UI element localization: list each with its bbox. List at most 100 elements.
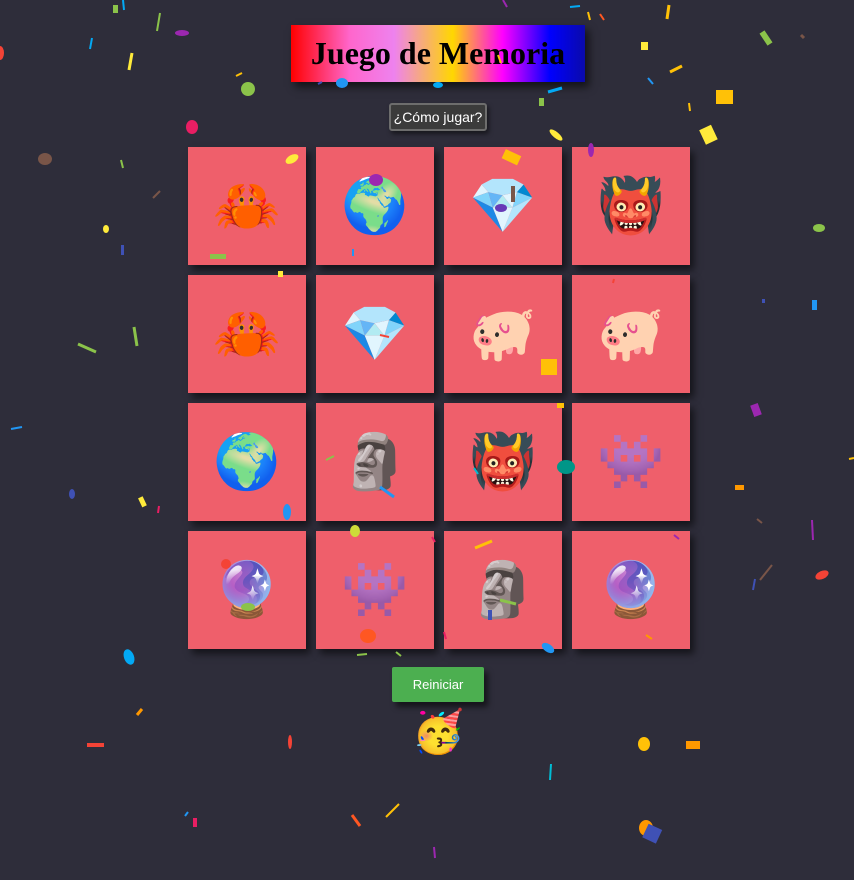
confetti-piece bbox=[669, 64, 683, 74]
confetti-piece bbox=[638, 737, 650, 751]
confetti-piece bbox=[699, 124, 718, 145]
confetti-piece bbox=[0, 46, 4, 60]
confetti-piece bbox=[502, 0, 508, 8]
confetti-piece bbox=[38, 153, 52, 165]
confetti-piece bbox=[762, 299, 765, 303]
confetti-piece bbox=[759, 564, 773, 581]
confetti-piece bbox=[69, 489, 75, 499]
title-banner: Juego de Memoria bbox=[291, 25, 585, 82]
confetti-piece bbox=[665, 4, 671, 20]
memory-card[interactable]: 🐖 bbox=[572, 275, 690, 393]
confetti-piece bbox=[132, 326, 139, 347]
pig-icon: 🐖 bbox=[469, 304, 537, 364]
alien-monster-icon: 👾 bbox=[597, 432, 665, 492]
confetti-piece bbox=[241, 82, 255, 96]
memory-card[interactable]: 🔮 bbox=[572, 531, 690, 649]
confetti-piece bbox=[186, 120, 198, 134]
ogre-icon: 👹 bbox=[597, 176, 665, 236]
confetti-piece bbox=[750, 402, 762, 418]
diamond-icon: 💎 bbox=[469, 176, 537, 236]
globe-icon: 🌍 bbox=[341, 176, 409, 236]
confetti-piece bbox=[759, 30, 773, 46]
moai-icon: 🗿 bbox=[341, 432, 409, 492]
confetti-piece bbox=[587, 11, 591, 21]
crab-icon: 🦀 bbox=[213, 176, 281, 236]
confetti-piece bbox=[350, 814, 362, 827]
confetti-piece bbox=[539, 98, 544, 106]
confetti-piece bbox=[317, 81, 323, 85]
memory-card[interactable]: 🌍 bbox=[316, 147, 434, 265]
crystal-ball-icon: 🔮 bbox=[597, 560, 665, 620]
page-title: Juego de Memoria bbox=[310, 35, 566, 71]
confetti-piece bbox=[599, 13, 605, 21]
ogre-icon: 👹 bbox=[469, 432, 537, 492]
confetti-piece bbox=[152, 190, 161, 199]
confetti-piece bbox=[288, 735, 292, 749]
confetti-piece bbox=[813, 224, 825, 232]
confetti-piece bbox=[193, 818, 197, 827]
confetti-piece bbox=[123, 649, 135, 665]
memory-card[interactable]: 👾 bbox=[572, 403, 690, 521]
confetti-piece bbox=[356, 653, 368, 656]
confetti-piece bbox=[639, 820, 653, 836]
confetti-piece bbox=[549, 763, 552, 781]
confetti-piece bbox=[641, 42, 648, 50]
card-grid: 🦀 🌍 💎 👹 🦀 💎 🐖 🐖 🌍 🗿 👹 👾 🔮 👾 🗿 🔮 bbox=[188, 147, 690, 649]
confetti-piece bbox=[87, 743, 104, 747]
memory-card[interactable]: 🗿 bbox=[444, 531, 562, 649]
alien-monster-icon: 👾 bbox=[341, 560, 409, 620]
memory-card[interactable]: 👹 bbox=[572, 147, 690, 265]
memory-card[interactable]: 🔮 bbox=[188, 531, 306, 649]
confetti-piece bbox=[135, 708, 144, 716]
confetti-piece bbox=[113, 5, 118, 13]
memory-card[interactable]: 🌍 bbox=[188, 403, 306, 521]
confetti-piece bbox=[735, 485, 744, 490]
memory-card[interactable]: 🐖 bbox=[444, 275, 562, 393]
confetti-piece bbox=[10, 426, 23, 430]
confetti-piece bbox=[752, 578, 756, 591]
confetti-piece bbox=[647, 77, 654, 85]
crystal-ball-icon: 🔮 bbox=[213, 560, 281, 620]
diamond-icon: 💎 bbox=[341, 304, 409, 364]
confetti-piece bbox=[175, 30, 189, 36]
memory-card[interactable]: 👹 bbox=[444, 403, 562, 521]
confetti-piece bbox=[385, 803, 400, 818]
confetti-piece bbox=[686, 741, 700, 749]
confetti-piece bbox=[812, 300, 817, 310]
confetti-piece bbox=[184, 811, 189, 817]
memory-card[interactable]: 🦀 bbox=[188, 147, 306, 265]
memory-card[interactable]: 💎 bbox=[444, 147, 562, 265]
confetti-piece bbox=[799, 33, 806, 40]
memory-card[interactable]: 💎 bbox=[316, 275, 434, 393]
confetti-piece bbox=[811, 519, 814, 541]
partying-face-icon: 🥳 bbox=[412, 708, 465, 755]
confetti-piece bbox=[235, 72, 243, 77]
confetti-piece bbox=[103, 225, 109, 233]
restart-button[interactable]: Reiniciar bbox=[392, 667, 484, 702]
moai-icon: 🗿 bbox=[469, 560, 537, 620]
globe-icon: 🌍 bbox=[213, 432, 281, 492]
confetti-piece bbox=[127, 52, 134, 71]
confetti-piece bbox=[120, 159, 124, 169]
confetti-piece bbox=[395, 651, 402, 657]
confetti-piece bbox=[138, 496, 147, 508]
memory-card[interactable]: 👾 bbox=[316, 531, 434, 649]
confetti-piece bbox=[569, 5, 581, 8]
confetti-piece bbox=[77, 342, 97, 354]
crab-icon: 🦀 bbox=[213, 304, 281, 364]
confetti-piece bbox=[433, 846, 436, 859]
confetti-piece bbox=[547, 86, 563, 94]
confetti-piece bbox=[716, 90, 733, 104]
confetti-piece bbox=[89, 37, 93, 50]
memory-card[interactable]: 🦀 bbox=[188, 275, 306, 393]
confetti-piece bbox=[122, 0, 125, 11]
memory-card[interactable]: 🗿 bbox=[316, 403, 434, 521]
confetti-piece bbox=[642, 823, 663, 844]
confetti-piece bbox=[848, 457, 854, 460]
how-to-play-button[interactable]: ¿Cómo jugar? bbox=[389, 103, 487, 131]
confetti-piece bbox=[756, 518, 763, 524]
confetti-piece bbox=[815, 570, 829, 580]
confetti-piece bbox=[156, 12, 161, 32]
confetti-piece bbox=[157, 505, 160, 514]
pig-icon: 🐖 bbox=[597, 304, 665, 364]
